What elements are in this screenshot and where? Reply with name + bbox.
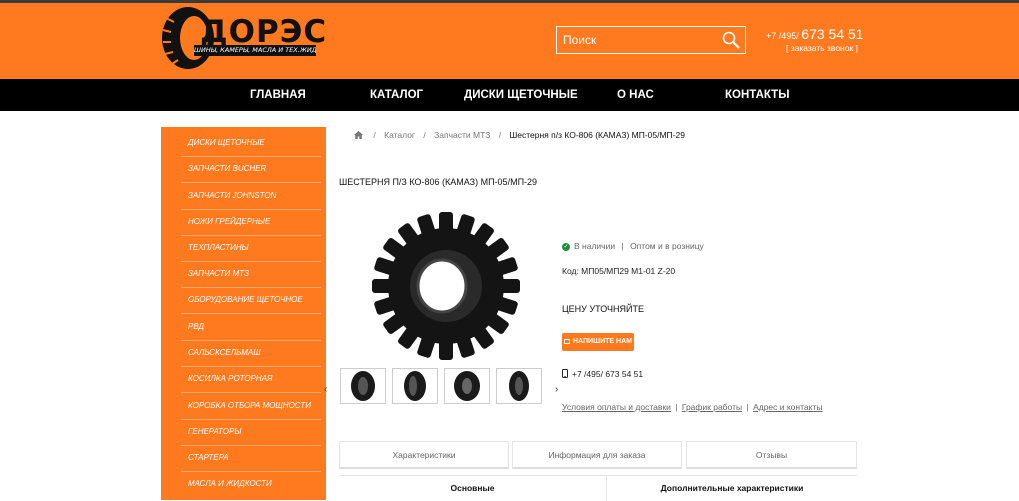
- sidebar-item-label: ЗАПЧАСТИ МТЗ: [188, 269, 249, 278]
- write-us-label: НАПИШИТЕ НАМ: [573, 338, 632, 345]
- product-code: Код: МП05/МП29 М1-01 Z-20: [562, 266, 676, 276]
- sidebar-item[interactable]: САЛЬСКСЕЛЬМАШ: [161, 341, 326, 367]
- divider: [181, 182, 321, 183]
- breadcrumb: / Каталог / Запчасти МТЗ / Шестерня п/з …: [354, 130, 691, 140]
- sidebar-item-label: СТАРТЕРА: [188, 453, 229, 462]
- work-schedule-link[interactable]: График работы: [682, 402, 742, 412]
- sidebar-item-label: НОЖИ ГРЕЙДЕРНЫЕ: [188, 217, 271, 226]
- sidebar-item-label: ТЕХПЛАСТИНЫ: [188, 243, 249, 252]
- logo-tagline: ШИНЫ, КАМЕРЫ, МАСЛА И ТЕХ.ЖИДКОСТИ: [194, 45, 316, 56]
- page-title: ШЕСТЕРНЯ П/З КО-806 (КАМАЗ) МП-05/МП-29: [339, 177, 538, 187]
- tire-thumbnail-image: [509, 371, 529, 401]
- phone-prefix: +7 /495/: [766, 31, 799, 41]
- breadcrumb-item-mtz[interactable]: Запчасти МТЗ: [434, 130, 490, 140]
- breadcrumb-separator: /: [423, 130, 426, 140]
- mobile-phone-icon: [562, 369, 568, 378]
- breadcrumb-separator: /: [373, 130, 376, 140]
- tire-thumbnail-image: [404, 371, 426, 401]
- subtab-additional[interactable]: Дополнительные характеристики: [607, 476, 857, 501]
- phone-number: 673 54 51: [801, 26, 864, 42]
- search-input[interactable]: [557, 27, 717, 53]
- tab-reviews[interactable]: Отзывы: [686, 441, 857, 469]
- product-phone-number: +7 /495/ 673 54 51: [572, 369, 644, 379]
- tire-thumbnail-image: [454, 371, 480, 401]
- payment-delivery-link[interactable]: Условия оплаты и доставки: [562, 402, 671, 412]
- stock-status: ✓ В наличии | Оптом и в розницу: [562, 241, 704, 251]
- divider: |: [746, 402, 749, 412]
- divider: [181, 392, 321, 393]
- breadcrumb-current: Шестерня п/з КО-806 (КАМАЗ) МП-05/МП-29: [509, 130, 685, 140]
- sidebar-item-label: ОБОРУДОВАНИЕ ЩЕТОЧНОЕ: [188, 295, 303, 304]
- sidebar-item[interactable]: НОЖИ ГРЕЙДЕРНЫЕ: [161, 210, 326, 236]
- sidebar-item-label: ДИСКИ ЩЕТОЧНЫЕ: [188, 138, 265, 147]
- address-contacts-link[interactable]: Адрес и контакты: [753, 402, 822, 412]
- subtab-main[interactable]: Основные: [339, 476, 606, 501]
- check-icon: ✓: [562, 242, 570, 251]
- sidebar-item[interactable]: МАСЛА И ЖИДКОСТИ: [161, 472, 326, 498]
- header-phone[interactable]: +7 /495/ 673 54 51: [766, 26, 864, 42]
- breadcrumb-item-catalog[interactable]: Каталог: [384, 130, 415, 140]
- product-gear-image[interactable]: [340, 210, 550, 362]
- search-box: [556, 26, 746, 54]
- search-icon[interactable]: [721, 30, 741, 50]
- sidebar-item-label: ЗАПЧАСТИ JOHNSTON: [188, 191, 277, 200]
- thumb-next-arrow-icon[interactable]: ›: [555, 384, 558, 395]
- characteristics-subtabs: Основные Дополнительные характеристики: [339, 475, 857, 501]
- thumbnail[interactable]: [392, 368, 438, 404]
- sidebar-item[interactable]: ЗАПЧАСТИ МТЗ: [161, 262, 326, 288]
- sidebar-item[interactable]: ДИСКИ ЩЕТОЧНЫЕ: [161, 131, 326, 157]
- sidebar-item[interactable]: ЗАПЧАСТИ JOHNSTON: [161, 184, 326, 210]
- stock-label: В наличии: [574, 241, 616, 251]
- sidebar-item[interactable]: СТАРТЕРА: [161, 446, 326, 472]
- product-phone[interactable]: +7 /495/ 673 54 51: [562, 369, 643, 379]
- breadcrumb-separator: /: [498, 130, 502, 140]
- nav-item-about[interactable]: О НАС: [617, 79, 654, 111]
- nav-item-home[interactable]: ГЛАВНАЯ: [250, 79, 306, 111]
- sidebar-item[interactable]: ТЕХПЛАСТИНЫ: [161, 236, 326, 262]
- sidebar-catalog: ДИСКИ ЩЕТОЧНЫЕ ЗАПЧАСТИ BUCHER ЗАПЧАСТИ …: [161, 127, 326, 500]
- top-border: [0, 0, 1019, 3]
- tab-order-info[interactable]: Информация для заказа: [512, 441, 682, 469]
- callback-link[interactable]: [ заказать звонок ]: [786, 43, 858, 53]
- tab-characteristics[interactable]: Характеристики: [339, 441, 509, 469]
- nav-item-contacts[interactable]: КОНТАКТЫ: [725, 79, 789, 111]
- home-icon[interactable]: [354, 131, 363, 139]
- main-nav: ГЛАВНАЯ КАТАЛОГ ДИСКИ ЩЕТОЧНЫЕ О НАС КОН…: [0, 79, 1019, 111]
- header: ДОРЭС ШИНЫ, КАМЕРЫ, МАСЛА И ТЕХ.ЖИДКОСТИ…: [0, 0, 1019, 79]
- sidebar-item[interactable]: ЗАПЧАСТИ BUCHER: [161, 157, 326, 183]
- sidebar-item[interactable]: КОСИЛКА РОТОРНАЯ: [161, 367, 326, 393]
- stock-extra: Оптом и в розницу: [630, 241, 704, 251]
- sidebar-item-label: РВД: [188, 322, 205, 331]
- divider: |: [621, 241, 624, 251]
- divider: |: [675, 402, 678, 412]
- nav-item-brush-discs[interactable]: ДИСКИ ЩЕТОЧНЫЕ: [464, 79, 578, 111]
- sidebar-item-label: КОРОБКА ОТБОРА МОЩНОСТИ: [188, 401, 311, 410]
- sidebar-item[interactable]: ГЕНЕРАТОРЫ: [161, 420, 326, 446]
- thumbnail[interactable]: [444, 368, 490, 404]
- sidebar-item[interactable]: РВД: [161, 315, 326, 341]
- price-label: ЦЕНУ УТОЧНЯЙТЕ: [562, 304, 644, 314]
- thumbnail[interactable]: [496, 368, 542, 404]
- sidebar-item-label: ЗАПЧАСТИ BUCHER: [188, 164, 267, 173]
- write-us-button[interactable]: НАПИШИТЕ НАМ: [562, 333, 634, 351]
- thumbnail[interactable]: [340, 368, 386, 404]
- thumb-prev-arrow-icon[interactable]: ‹: [324, 384, 327, 395]
- mail-icon: [564, 339, 570, 344]
- nav-item-catalog[interactable]: КАТАЛОГ: [370, 79, 423, 111]
- sidebar-item[interactable]: ОБОРУДОВАНИЕ ЩЕТОЧНОЕ: [161, 288, 326, 314]
- sidebar-item-label: ГЕНЕРАТОРЫ: [188, 427, 242, 436]
- sidebar-item-label: КОСИЛКА РОТОРНАЯ: [188, 374, 273, 383]
- sidebar-item-label: МАСЛА И ЖИДКОСТИ: [188, 479, 272, 488]
- sidebar-item[interactable]: КОРОБКА ОТБОРА МОЩНОСТИ: [161, 394, 326, 420]
- tire-thumbnail-image: [351, 371, 375, 401]
- sidebar-item-label: САЛЬСКСЕЛЬМАШ: [188, 348, 261, 357]
- info-links: Условия оплаты и доставки | График работ…: [562, 402, 822, 412]
- divider: [181, 313, 321, 314]
